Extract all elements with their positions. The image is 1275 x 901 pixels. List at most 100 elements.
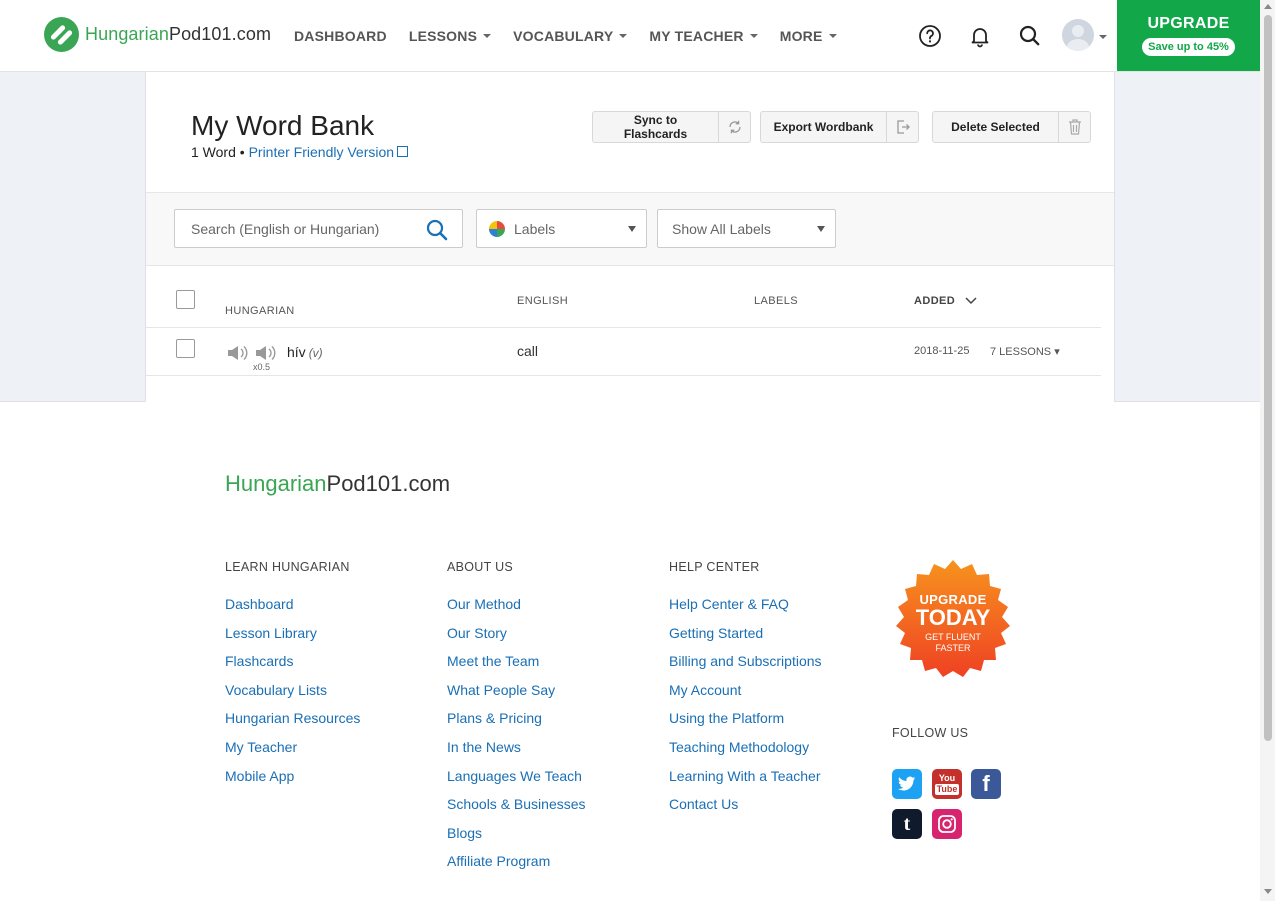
footer-link[interactable]: Our Method	[447, 596, 586, 625]
logo-pod: Pod101.com	[168, 24, 272, 44]
scrollbar-thumb[interactable]	[1264, 15, 1272, 741]
footer-link[interactable]: Schools & Businesses	[447, 796, 586, 825]
footer-logo[interactable]: HungarianPod101.com	[225, 471, 450, 497]
chevron-down-icon	[749, 34, 758, 38]
page-scrollbar[interactable]	[1260, 0, 1275, 901]
footer-link[interactable]: Languages We Teach	[447, 768, 586, 797]
show-labels-select[interactable]: Show All Labels	[657, 209, 836, 248]
tumblr-icon[interactable]: t	[892, 809, 922, 839]
english-translation: call	[517, 343, 539, 359]
dropdown-arrow-icon	[817, 226, 825, 232]
upgrade-title: UPGRADE	[1147, 15, 1230, 32]
upgrade-button[interactable]: UPGRADE Save up to 45%	[1117, 0, 1260, 71]
footer-link[interactable]: Meet the Team	[447, 653, 586, 682]
footer-link[interactable]: Teaching Methodology	[669, 739, 822, 768]
page-title: My Word Bank	[191, 110, 375, 141]
sort-desc-icon	[965, 297, 977, 305]
trash-icon	[1058, 112, 1090, 142]
footer-link[interactable]: Lesson Library	[225, 625, 360, 654]
sync-flashcards-button[interactable]: Sync to Flashcards	[592, 111, 751, 143]
main-nav: DASHBOARD LESSONS VOCABULARY MY TEACHER …	[294, 28, 859, 44]
footer-link[interactable]: Using the Platform	[669, 710, 822, 739]
footer-link[interactable]: Learning With a Teacher	[669, 768, 822, 797]
footer-link[interactable]: Plans & Pricing	[447, 710, 586, 739]
export-wordbank-button[interactable]: Export Wordbank	[760, 111, 919, 143]
scroll-down-icon[interactable]	[1264, 889, 1272, 894]
hungarian-word: hív (v)	[287, 344, 323, 360]
footer-heading: LEARN HUNGARIAN	[225, 560, 350, 574]
footer-link[interactable]: In the News	[447, 739, 586, 768]
footer-link[interactable]: My Account	[669, 682, 822, 711]
twitter-icon[interactable]	[892, 769, 922, 799]
search-icon[interactable]	[1018, 24, 1042, 48]
word-count-line: 1 Word • Printer Friendly Version	[191, 144, 409, 160]
avatar[interactable]	[1062, 19, 1094, 51]
nav-my-teacher[interactable]: MY TEACHER	[649, 28, 758, 44]
external-link-icon	[397, 146, 409, 157]
footer-link[interactable]: Affiliate Program	[447, 853, 586, 882]
column-hungarian[interactable]: HUNGARIAN	[225, 305, 295, 317]
word-bank-card: My Word Bank 1 Word • Printer Friendly V…	[145, 72, 1115, 402]
footer-link[interactable]: Hungarian Resources	[225, 710, 360, 739]
row-checkbox[interactable]	[176, 339, 195, 358]
search-icon[interactable]	[426, 219, 448, 246]
search-input[interactable]	[175, 210, 405, 247]
chevron-down-icon	[619, 34, 628, 38]
footer-link[interactable]: My Teacher	[225, 739, 360, 768]
follow-us-heading: FOLLOW US	[892, 726, 969, 740]
slow-speed-label: x0.5	[253, 362, 271, 372]
footer-column-help: HELP CENTER Help Center & FAQ Getting St…	[669, 560, 822, 825]
select-all-checkbox[interactable]	[176, 290, 195, 309]
chevron-down-icon	[828, 34, 837, 38]
logo-mark-icon	[44, 17, 79, 52]
word-count: 1 Word	[191, 144, 236, 160]
facebook-icon[interactable]: f	[971, 769, 1001, 799]
nav-vocabulary[interactable]: VOCABULARY	[513, 28, 628, 44]
instagram-icon[interactable]	[932, 809, 962, 839]
footer-link[interactable]: Help Center & FAQ	[669, 596, 822, 625]
chevron-down-icon	[483, 34, 492, 38]
nav-more[interactable]: MORE	[780, 28, 837, 44]
dropdown-arrow-icon	[628, 226, 636, 232]
top-header: HungarianPod101.com DASHBOARD LESSONS VO…	[0, 0, 1260, 72]
upgrade-savings-badge: Save up to 45%	[1142, 38, 1235, 56]
lessons-dropdown[interactable]: 7 LESSONS ▾	[990, 345, 1060, 358]
footer-link[interactable]: Blogs	[447, 825, 586, 854]
column-added[interactable]: ADDED	[914, 295, 977, 307]
table-header: HUNGARIAN ENGLISH LABELS ADDED	[146, 282, 1101, 328]
help-icon[interactable]	[918, 24, 942, 48]
sync-icon	[718, 112, 750, 142]
nav-lessons[interactable]: LESSONS	[409, 28, 492, 44]
scroll-up-icon[interactable]	[1264, 4, 1272, 9]
footer-link[interactable]: Billing and Subscriptions	[669, 653, 822, 682]
added-date: 2018-11-25	[914, 345, 970, 357]
footer-link[interactable]: Dashboard	[225, 596, 360, 625]
footer-link[interactable]: Mobile App	[225, 768, 360, 797]
footer-link[interactable]: Getting Started	[669, 625, 822, 654]
nav-dashboard[interactable]: DASHBOARD	[294, 28, 387, 44]
labels-select[interactable]: Labels	[476, 209, 647, 248]
printer-friendly-link[interactable]: Printer Friendly Version	[249, 144, 395, 160]
footer-link[interactable]: Our Story	[447, 625, 586, 654]
footer-link[interactable]: What People Say	[447, 682, 586, 711]
column-labels[interactable]: LABELS	[754, 295, 798, 307]
site-logo[interactable]: HungarianPod101.com	[44, 17, 271, 52]
bell-icon[interactable]	[968, 24, 992, 48]
filter-bar: Labels Show All Labels	[146, 192, 1114, 266]
avatar-chevron-icon[interactable]	[1099, 35, 1107, 39]
footer-link[interactable]: Flashcards	[225, 653, 360, 682]
search-box	[174, 209, 463, 248]
youtube-icon[interactable]: You Tube	[932, 769, 962, 799]
export-icon	[886, 112, 918, 142]
logo-lang: Hungarian	[85, 24, 169, 44]
upgrade-today-badge[interactable]	[892, 560, 1014, 680]
footer-heading: HELP CENTER	[669, 560, 760, 574]
labels-color-icon	[489, 220, 505, 237]
delete-selected-button[interactable]: Delete Selected	[932, 111, 1091, 143]
table-row: x0.5 hív (v) call 2018-11-25 7 LESSONS ▾	[146, 328, 1101, 376]
footer-link[interactable]: Contact Us	[669, 796, 822, 825]
footer-column-learn: LEARN HUNGARIAN Dashboard Lesson Library…	[225, 560, 360, 796]
column-english[interactable]: ENGLISH	[517, 295, 568, 307]
speaker-icon[interactable]	[226, 344, 250, 367]
footer-link[interactable]: Vocabulary Lists	[225, 682, 360, 711]
